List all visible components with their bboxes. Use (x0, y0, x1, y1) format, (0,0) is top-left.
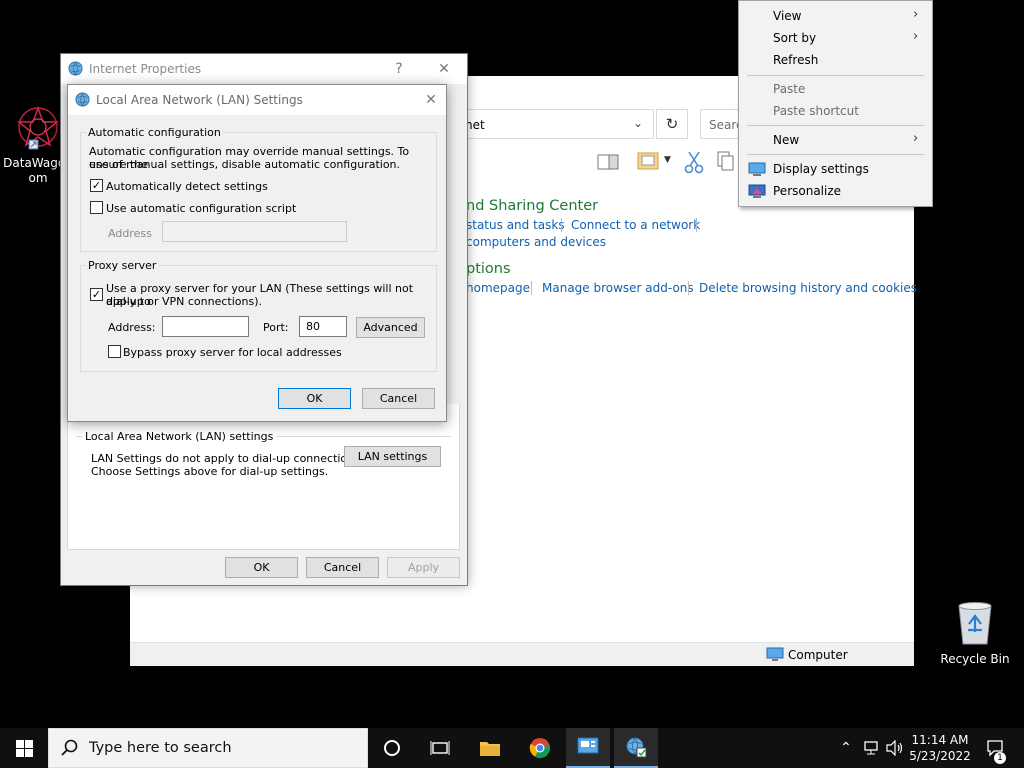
auto-detect-label[interactable]: Automatically detect settings (106, 180, 268, 193)
windows-start-icon[interactable] (16, 740, 33, 757)
personalize-icon (748, 184, 766, 198)
lan-settings-button[interactable]: LAN settings (344, 446, 441, 467)
task-view-icon[interactable] (418, 728, 462, 768)
lan-description-line: LAN Settings do not apply to dial-up con… (91, 452, 364, 465)
recycle-bin-icon (958, 602, 992, 645)
computer-icon (766, 647, 784, 661)
menu-item-personalize[interactable]: Personalize (773, 184, 841, 198)
chevron-up-icon[interactable]: ⌃ (834, 728, 858, 768)
network-icon[interactable] (860, 728, 884, 768)
proxy-group-title: Proxy server (86, 259, 159, 272)
desktop-icon-label: Recycle Bin (940, 652, 1010, 666)
chrome-icon[interactable] (518, 728, 562, 768)
ok-button[interactable]: OK (278, 388, 351, 409)
computers-devices-link[interactable]: computers and devices (466, 235, 606, 249)
address-bar[interactable]: net ⌄ (440, 109, 654, 139)
status-bar: Computer (130, 642, 914, 666)
cancel-button[interactable]: Cancel (306, 557, 379, 578)
close-icon[interactable]: ✕ (433, 58, 455, 80)
menu-separator (747, 125, 924, 126)
use-proxy-label[interactable]: dial-up or VPN connections). (106, 295, 262, 308)
cut-icon[interactable] (684, 150, 704, 174)
desktop-icon-recycle-bin[interactable]: Recycle Bin (940, 600, 1010, 667)
view-icon[interactable] (637, 150, 659, 172)
clock-time: 11:14 AM (911, 733, 969, 747)
lan-description-line: Choose Settings above for dial-up settin… (91, 465, 329, 478)
dialog-title: Local Area Network (LAN) Settings (96, 93, 303, 107)
menu-item-refresh[interactable]: Refresh (773, 53, 818, 67)
use-proxy-checkbox[interactable]: ✓ (90, 288, 103, 301)
menu-item-view[interactable]: View (773, 9, 801, 23)
search-icon (61, 739, 78, 756)
connections-tab-panel: Local Area Network (LAN) settings LAN Se… (67, 404, 460, 550)
link-separator (696, 218, 697, 232)
notification-badge: 1 (994, 752, 1006, 764)
ok-button[interactable]: OK (225, 557, 298, 578)
bypass-local-checkbox[interactable] (108, 345, 121, 358)
desktop-context-menu: View › Sort by › Refresh Paste Paste sho… (738, 0, 933, 207)
file-explorer-icon[interactable] (468, 728, 512, 768)
volume-icon[interactable] (884, 728, 906, 768)
chevron-down-icon[interactable]: ⌄ (633, 116, 643, 130)
display-settings-icon (748, 162, 766, 176)
internet-options-icon (75, 92, 90, 107)
proxy-address-input[interactable] (162, 316, 249, 337)
port-input[interactable]: 80 (299, 316, 347, 337)
script-address-label: Address (108, 227, 152, 240)
chevron-right-icon: › (913, 131, 919, 146)
apply-button[interactable]: Apply (387, 557, 460, 578)
connect-network-link[interactable]: Connect to a network (571, 218, 700, 232)
delete-history-link[interactable]: Delete browsing history and cookies (699, 281, 917, 295)
close-icon[interactable]: ✕ (420, 89, 442, 111)
internet-options-heading[interactable]: ptions (466, 261, 511, 277)
network-sharing-heading[interactable]: nd Sharing Center (466, 198, 598, 214)
help-button[interactable]: ? (388, 58, 410, 80)
link-separator (531, 281, 532, 295)
preview-pane-icon[interactable] (597, 153, 619, 171)
chevron-right-icon: › (913, 29, 919, 44)
cancel-button[interactable]: Cancel (362, 388, 435, 409)
datawagon-icon (16, 105, 60, 150)
refresh-icon[interactable]: ↻ (656, 109, 688, 139)
internet-options-icon (68, 61, 83, 76)
dialog-title: Internet Properties (89, 62, 202, 76)
link-separator (688, 281, 689, 295)
menu-separator (747, 75, 924, 76)
copy-icon[interactable] (716, 150, 736, 172)
chevron-right-icon: › (913, 7, 919, 22)
taskbar-clock[interactable]: 11:14 AM 5/23/2022 (908, 732, 972, 764)
control-panel-taskbar-icon[interactable] (566, 728, 610, 768)
status-text: Computer (788, 648, 848, 662)
lan-group-label: Local Area Network (LAN) settings (82, 430, 277, 443)
chevron-down-icon[interactable]: ▼ (664, 155, 671, 165)
script-address-input[interactable] (162, 221, 347, 242)
menu-separator (747, 154, 924, 155)
proxy-address-label: Address: (108, 321, 156, 334)
dialog-titlebar[interactable]: Local Area Network (LAN) Settings ✕ (68, 85, 446, 115)
auto-detect-checkbox[interactable]: ✓ (90, 179, 103, 192)
view-status-link[interactable]: status and tasks (466, 218, 565, 232)
auto-config-group-title: Automatic configuration (86, 126, 223, 139)
homepage-link[interactable]: homepage (466, 281, 530, 295)
cortana-icon[interactable] (370, 728, 414, 768)
auto-config-description: use of manual settings, disable automati… (89, 158, 401, 171)
internet-options-taskbar-icon[interactable] (614, 728, 658, 768)
menu-item-paste[interactable]: Paste (773, 82, 805, 96)
menu-item-sort-by[interactable]: Sort by (773, 31, 816, 45)
bypass-local-label[interactable]: Bypass proxy server for local addresses (123, 346, 342, 359)
advanced-button[interactable]: Advanced (356, 317, 425, 338)
search-placeholder: Type here to search (89, 740, 232, 756)
dialog-titlebar[interactable]: Internet Properties ? ✕ (61, 54, 467, 84)
lan-settings-dialog: Local Area Network (LAN) Settings ✕ Auto… (67, 84, 447, 422)
port-label: Port: (263, 321, 289, 334)
clock-date: 5/23/2022 (909, 749, 971, 763)
auto-script-label[interactable]: Use automatic configuration script (106, 202, 296, 215)
menu-item-display-settings[interactable]: Display settings (773, 162, 869, 176)
menu-item-new[interactable]: New (773, 133, 799, 147)
manage-addons-link[interactable]: Manage browser add-ons (542, 281, 694, 295)
auto-script-checkbox[interactable] (90, 201, 103, 214)
menu-item-paste-shortcut[interactable]: Paste shortcut (773, 104, 859, 118)
link-separator (561, 218, 562, 232)
taskbar-search-box[interactable]: Type here to search (48, 728, 368, 768)
